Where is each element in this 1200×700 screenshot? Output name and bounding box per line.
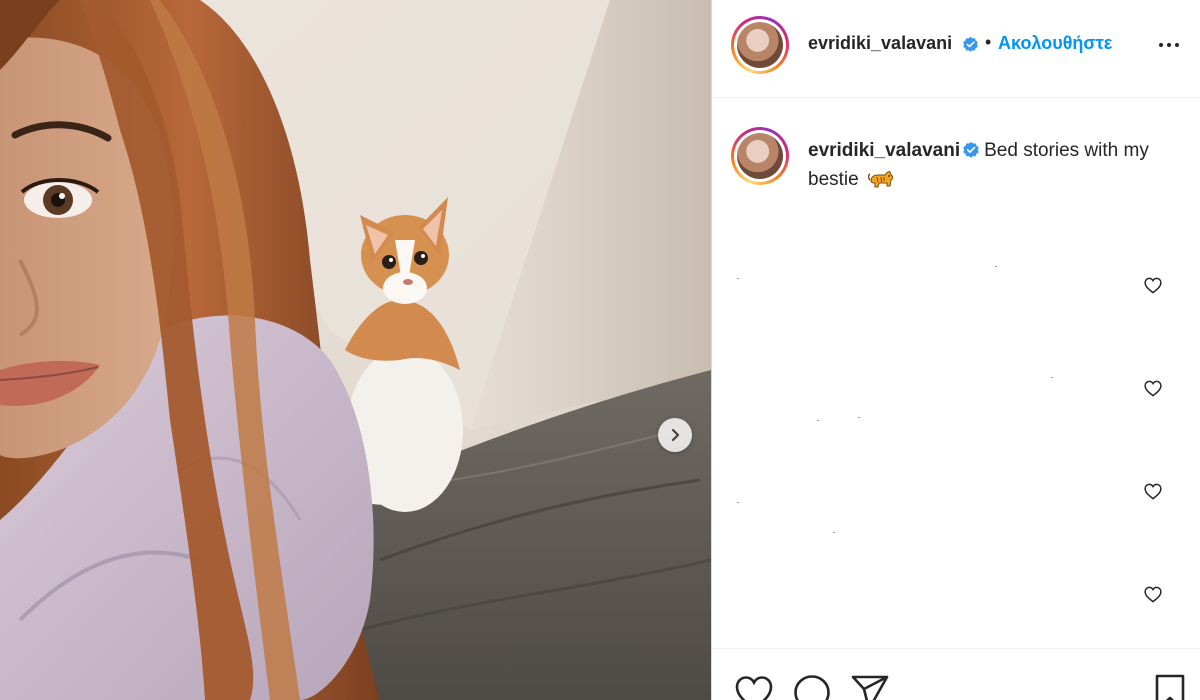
comments-list [712, 240, 1200, 640]
post-photo[interactable] [0, 0, 711, 700]
bookmark-icon[interactable] [1150, 673, 1190, 700]
caption-username[interactable]: evridiki_valavani [808, 140, 960, 161]
post-image [0, 0, 711, 700]
heart-icon[interactable] [1142, 480, 1164, 502]
post-sidebar: evridiki_valavani • Ακολουθήστε evridiki… [711, 0, 1200, 700]
list-item [712, 343, 1200, 433]
caption-avatar[interactable] [731, 127, 789, 185]
follow-button[interactable]: Ακολουθήστε [998, 33, 1112, 54]
heart-icon[interactable] [1142, 583, 1164, 605]
caption-text: evridiki_valavani Bed stories with my be… [808, 136, 1168, 194]
list-item [712, 526, 1200, 616]
heart-icon[interactable] [1142, 377, 1164, 399]
verified-badge-icon [963, 141, 979, 158]
list-item [712, 446, 1200, 536]
cat-emoji [867, 171, 893, 188]
carousel-next-button[interactable] [658, 418, 692, 452]
separator-dot: • [985, 32, 992, 52]
more-options-icon[interactable] [1156, 32, 1182, 58]
verified-badge-icon [963, 36, 978, 52]
post-header: evridiki_valavani • Ακολουθήστε [712, 0, 1200, 98]
author-username[interactable]: evridiki_valavani [808, 33, 952, 54]
comment-icon[interactable] [792, 673, 832, 700]
heart-icon[interactable] [1142, 274, 1164, 296]
list-item [712, 240, 1200, 330]
send-icon[interactable] [850, 673, 890, 700]
action-bar [712, 648, 1200, 700]
author-avatar[interactable] [731, 16, 789, 74]
chevron-right-icon [671, 428, 680, 442]
heart-icon[interactable] [734, 673, 774, 700]
